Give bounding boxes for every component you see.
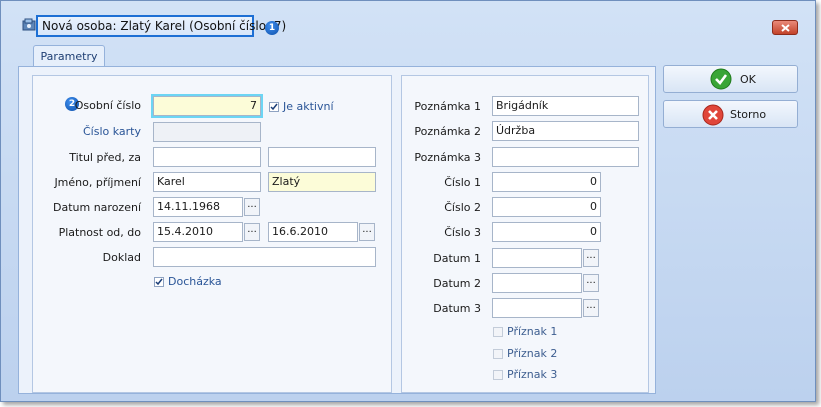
poznamka3-field[interactable] (492, 147, 639, 167)
cislo1-field[interactable]: 0 (492, 172, 601, 192)
ok-button[interactable]: OK (663, 65, 798, 93)
doklad-field[interactable] (153, 247, 376, 267)
doklad-label: Doklad (102, 251, 141, 264)
dialog-window: Nová osoba: Zlatý Karel (Osobní číslo: 7… (0, 0, 816, 402)
check-icon (155, 278, 163, 286)
platnost-do-picker-button[interactable]: ... (359, 223, 375, 241)
priznak3-label: Příznak 3 (507, 368, 558, 381)
priznak1-label: Příznak 1 (507, 325, 558, 338)
jmeno-label: Jméno, příjmení (54, 176, 141, 189)
poznamka2-label: Poznámka 2 (414, 125, 481, 138)
cislo-karty-field[interactable] (153, 122, 261, 142)
datum1-field[interactable] (492, 248, 582, 268)
datum3-field[interactable] (492, 298, 582, 318)
datum1-picker-button[interactable]: ... (583, 249, 599, 267)
priznak2-label: Příznak 2 (507, 347, 558, 360)
prijmeni-field[interactable]: Zlatý (268, 172, 376, 192)
ok-button-label: OK (740, 73, 756, 86)
titul-label: Titul před, za (69, 151, 141, 164)
datum-narozeni-picker-button[interactable]: ... (244, 198, 260, 216)
cislo2-field[interactable]: 0 (492, 197, 601, 217)
poznamka1-field[interactable]: Brigádník (492, 96, 639, 116)
poznamka3-label: Poznámka 3 (414, 151, 481, 164)
poznamka1-label: Poznámka 1 (414, 100, 481, 113)
cislo-karty-label[interactable]: Číslo karty (61, 125, 141, 138)
jmeno-field[interactable]: Karel (153, 172, 261, 192)
priznak1-checkbox[interactable] (493, 327, 503, 337)
datum3-picker-button[interactable]: ... (583, 299, 599, 317)
datum1-label: Datum 1 (433, 252, 481, 265)
title-bar: Nová osoba: Zlatý Karel (Osobní číslo: 7… (1, 1, 815, 37)
app-icon (22, 18, 36, 32)
platnost-label: Platnost od, do (58, 226, 141, 239)
poznamka2-field[interactable]: Údržba (492, 121, 639, 141)
osobni-cislo-field[interactable]: 7 (151, 94, 263, 118)
ok-check-icon (710, 68, 732, 90)
storno-button[interactable]: Storno (663, 100, 798, 128)
platnost-do-field[interactable]: 16.6.2010 (268, 222, 358, 242)
storno-button-label: Storno (730, 108, 767, 121)
titul-za-field[interactable] (268, 147, 376, 167)
datum-narozeni-field[interactable]: 14.11.1968 (153, 197, 243, 217)
cislo2-label: Číslo 2 (444, 201, 481, 214)
close-button[interactable] (772, 20, 798, 35)
datum3-label: Datum 3 (433, 302, 481, 315)
platnost-od-picker-button[interactable]: ... (244, 223, 260, 241)
je-aktivni-checkbox[interactable] (269, 102, 279, 112)
tab-parametry[interactable]: Parametry (33, 45, 105, 67)
priznak3-checkbox[interactable] (493, 370, 503, 380)
close-icon (781, 24, 790, 32)
osobni-cislo-label: Osobní číslo (74, 99, 141, 112)
cislo3-field[interactable]: 0 (492, 222, 601, 242)
window-title: Nová osoba: Zlatý Karel (Osobní číslo: 7… (36, 15, 286, 37)
datum2-picker-button[interactable]: ... (583, 274, 599, 292)
dochazka-checkbox[interactable] (154, 277, 164, 287)
cancel-icon (702, 104, 724, 126)
datum-narozeni-label: Datum narození (53, 201, 141, 214)
je-aktivni-label: Je aktivní (283, 100, 334, 113)
titul-pred-field[interactable] (153, 147, 261, 167)
priznak2-checkbox[interactable] (493, 349, 503, 359)
check-icon (270, 103, 278, 111)
cislo3-label: Číslo 3 (444, 226, 481, 239)
callout-badge-1: 1 (265, 21, 279, 35)
platnost-od-field[interactable]: 15.4.2010 (153, 222, 243, 242)
dochazka-label: Docházka (168, 275, 222, 288)
datum2-field[interactable] (492, 273, 582, 293)
datum2-label: Datum 2 (433, 277, 481, 290)
cislo1-label: Číslo 1 (444, 176, 481, 189)
